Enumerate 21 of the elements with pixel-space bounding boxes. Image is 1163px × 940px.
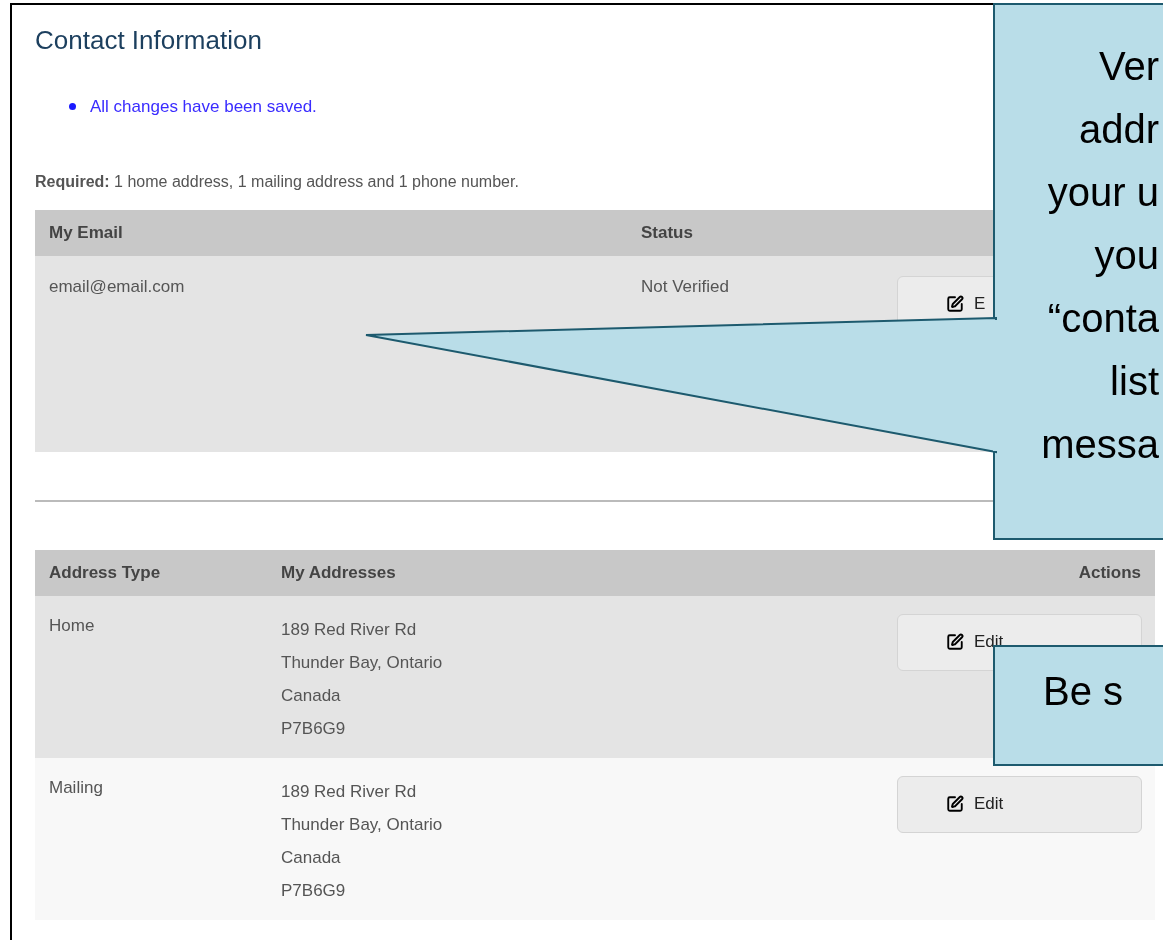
callout-tooltip: Ver addr your u you “conta list messa — [993, 3, 1163, 540]
column-header: My Addresses — [281, 561, 397, 584]
column-header: My Email — [48, 221, 124, 244]
callout-tooltip: Be s — [993, 645, 1163, 766]
edit-icon — [946, 795, 964, 813]
edit-button[interactable]: Edit — [897, 775, 1142, 833]
edit-icon — [946, 295, 964, 313]
edit-icon — [946, 633, 964, 651]
table-cell-text: Home — [48, 614, 96, 637]
page-title: Contact Information — [35, 24, 263, 57]
address-cell-text: 189 Red River Rd Thunder Bay, Ontario Canada P7B6G9 — [281, 780, 444, 902]
column-header: Address Type — [48, 561, 162, 584]
column-header: Status — [641, 221, 693, 244]
column-header: Actions — [1078, 561, 1142, 584]
address-cell-text: 189 Red River Rd Thunder Bay, Ontario Canada P7B6G9 — [281, 618, 444, 740]
table-cell-text: Not Verified — [641, 275, 730, 298]
table-cell-text: email@email.com — [48, 275, 186, 298]
success-message: All changes have been saved. — [90, 96, 317, 118]
table-cell-text: Mailing — [48, 776, 104, 799]
required-note: Required: 1 home address, 1 mailing address and 1 phone number. — [35, 171, 520, 192]
bullet-icon — [69, 103, 76, 111]
